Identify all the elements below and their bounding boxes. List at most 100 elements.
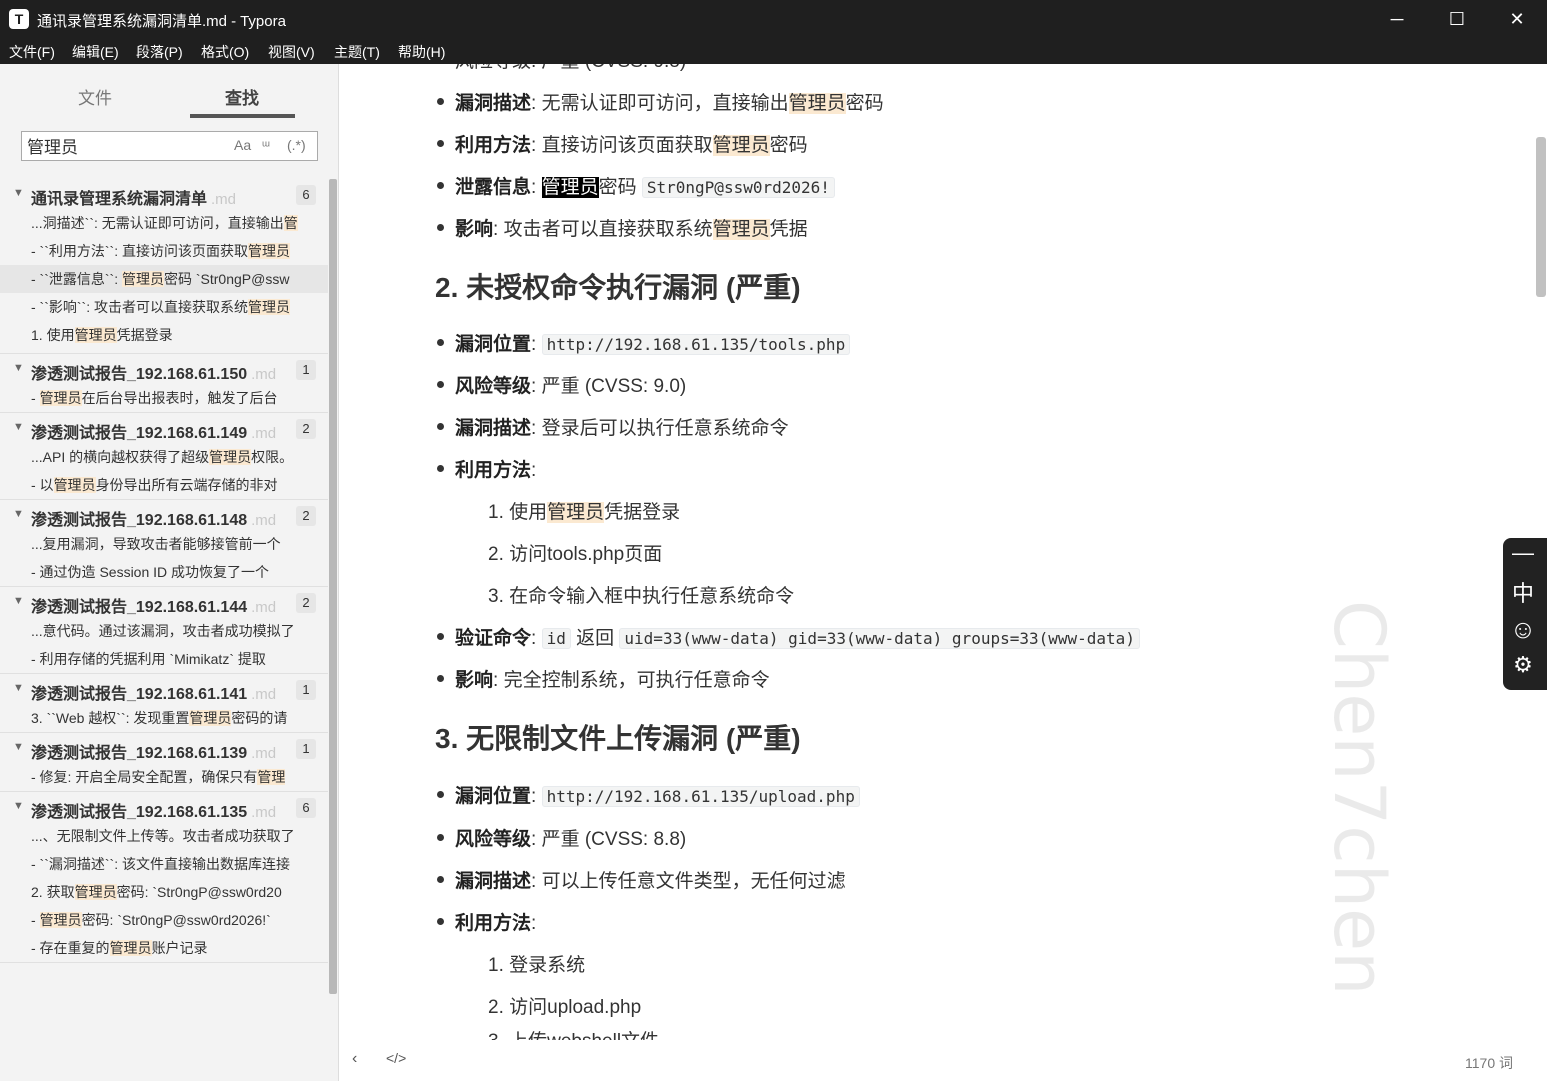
gear-icon[interactable]: ⚙ bbox=[1503, 652, 1543, 678]
chevron-down-icon[interactable]: ▼ bbox=[13, 741, 24, 753]
chevron-down-icon[interactable]: ▼ bbox=[13, 682, 24, 694]
search-result-line[interactable]: ...复用漏洞，导致攻击者能够接管前一个 bbox=[0, 530, 328, 558]
result-text: 密码 `Str0ngP@ssw bbox=[163, 271, 290, 287]
text: 密码 bbox=[845, 93, 884, 114]
match-case-toggle[interactable]: Aa bbox=[234, 137, 251, 153]
result-text: - ``影响``: 攻击者可以直接获取系统 bbox=[31, 299, 248, 315]
result-file-header[interactable]: ▼ 渗透测试报告_192.168.61.148 .md 2 bbox=[0, 500, 328, 530]
ime-collapse-button[interactable]: — bbox=[1503, 540, 1543, 566]
text: 1. 使用 bbox=[488, 502, 548, 523]
result-file-header[interactable]: ▼ 渗透测试报告_192.168.61.149 .md 2 bbox=[0, 413, 328, 443]
search-result-line[interactable]: - 修复: 开启全局安全配置，确保只有管理 bbox=[0, 763, 328, 791]
menu-paragraph[interactable]: 段落(P) bbox=[136, 42, 183, 62]
search-result-file: ▼ 渗透测试报告_192.168.61.148 .md 2 ...复用漏洞，导致攻击者能… bbox=[0, 500, 328, 587]
list-item-risk: 风险等级: 严重 (CVSS: 8.8) bbox=[436, 824, 686, 851]
minimize-button[interactable]: ─ bbox=[1367, 0, 1427, 38]
regex-toggle[interactable]: (.*) bbox=[287, 137, 306, 153]
search-result-file: ▼ 渗透测试报告_192.168.61.149 .md 2 ...API 的横向越权获得… bbox=[0, 413, 328, 500]
search-result-line[interactable]: - ``漏洞描述``: 该文件直接输出数据库连接 bbox=[0, 850, 328, 878]
search-result-line[interactable]: - ``影响``: 攻击者可以直接获取系统管理员 bbox=[0, 293, 328, 321]
match-highlight: 管理员 bbox=[74, 327, 117, 343]
sidebar-toggle-icon[interactable]: ‹ bbox=[352, 1050, 357, 1068]
tab-files[interactable]: 文件 bbox=[78, 84, 112, 109]
result-text: - 通过伪造 Session ID 成功恢复了一个 bbox=[31, 564, 270, 580]
whole-word-toggle[interactable]: ᵚ bbox=[262, 137, 270, 153]
result-file-header[interactable]: ▼ 渗透测试报告_192.168.61.139 .md 1 bbox=[0, 733, 328, 763]
search-result-line[interactable]: - 存在重复的管理员账户记录 bbox=[0, 934, 328, 962]
chevron-down-icon[interactable]: ▼ bbox=[13, 800, 24, 812]
menu-edit[interactable]: 编辑(E) bbox=[72, 42, 119, 62]
emoji-icon[interactable]: ☺ bbox=[1503, 614, 1543, 645]
search-result-line[interactable]: - 管理员在后台导出报表时，触发了后台 bbox=[0, 384, 328, 412]
ordered-item-3-partial: 3. 上传webshell文件 bbox=[488, 1026, 659, 1040]
label: 漏洞位置 bbox=[455, 334, 532, 355]
match-highlight: 管理员 bbox=[247, 299, 290, 315]
editor-scrollbar[interactable] bbox=[1536, 137, 1546, 297]
result-file-header[interactable]: ▼ 渗透测试报告_192.168.61.141 .md 1 bbox=[0, 674, 328, 704]
chevron-down-icon[interactable]: ▼ bbox=[13, 508, 24, 520]
file-extension: .md bbox=[251, 425, 277, 442]
chevron-down-icon[interactable]: ▼ bbox=[13, 187, 24, 199]
menu-format[interactable]: 格式(O) bbox=[201, 42, 249, 62]
search-result-line[interactable]: - ``泄露信息``: 管理员密码 `Str0ngP@ssw bbox=[0, 265, 328, 293]
close-button[interactable]: ✕ bbox=[1487, 0, 1547, 38]
file-name: 渗透测试报告_192.168.61.144 bbox=[31, 599, 248, 616]
result-file-header[interactable]: ▼ 渗透测试报告_192.168.61.150 .md 1 bbox=[0, 354, 328, 384]
search-result-line[interactable]: - ``利用方法``: 直接访问该页面获取管理员 bbox=[0, 237, 328, 265]
match-highlight: 管理员 bbox=[74, 884, 117, 900]
text: : 严重 (CVSS: 9.0) bbox=[531, 376, 687, 397]
tab-search[interactable]: 查找 bbox=[225, 84, 259, 109]
search-result-line[interactable]: ...意代码。通过该漏洞，攻击者成功模拟了 bbox=[0, 617, 328, 645]
menu-help[interactable]: 帮助(H) bbox=[398, 42, 445, 62]
inline-code: id bbox=[541, 628, 571, 649]
search-box: Aa ᵚ (.*) bbox=[21, 131, 318, 161]
search-result-line[interactable]: ...API 的横向越权获得了超级管理员权限。 bbox=[0, 443, 328, 471]
menu-view[interactable]: 视图(V) bbox=[268, 42, 315, 62]
search-result-file: ▼ 渗透测试报告_192.168.61.150 .md 1 - 管理员在后台导出报表时，… bbox=[0, 354, 328, 413]
list-item-exploit: 利用方法: bbox=[436, 455, 537, 482]
chevron-down-icon[interactable]: ▼ bbox=[13, 595, 24, 607]
chevron-down-icon[interactable]: ▼ bbox=[13, 362, 24, 374]
current-search-match: 管理员 bbox=[541, 177, 599, 198]
label: 漏洞描述 bbox=[455, 871, 532, 892]
file-extension: .md bbox=[251, 599, 277, 616]
source-code-mode-icon[interactable]: </> bbox=[386, 1050, 406, 1066]
result-file-header[interactable]: ▼ 渗透测试报告_192.168.61.135 .md 6 bbox=[0, 792, 328, 822]
match-highlight: 管理员 bbox=[247, 243, 290, 259]
menu-file[interactable]: 文件(F) bbox=[9, 42, 55, 62]
heading-section-2: 2. 未授权命令执行漏洞 (严重) bbox=[435, 272, 801, 303]
search-result-line[interactable]: - 以管理员身份导出所有云端存储的非对 bbox=[0, 471, 328, 499]
label: 泄露信息 bbox=[455, 177, 532, 198]
search-result-line[interactable]: - 管理员密码: `Str0ngP@ssw0rd2026!` bbox=[0, 906, 328, 934]
result-text: 权限。 bbox=[251, 449, 294, 465]
result-text: - ``漏洞描述``: 该文件直接输出数据库连接 bbox=[31, 856, 290, 872]
result-file-header[interactable]: ▼ 渗透测试报告_192.168.61.144 .md 2 bbox=[0, 587, 328, 617]
search-result-line[interactable]: - 利用存储的凭据利用 `Mimikatz` 提取 bbox=[0, 645, 328, 673]
search-result-line[interactable]: 1. 使用管理员凭据登录 bbox=[0, 321, 328, 349]
inline-code: http://192.168.61.135/upload.php bbox=[541, 786, 860, 807]
search-result-line[interactable]: 2. 获取管理员密码: `Str0ngP@ssw0rd20 bbox=[0, 878, 328, 906]
match-highlight: 管理员 bbox=[209, 449, 252, 465]
chevron-down-icon[interactable]: ▼ bbox=[13, 421, 24, 433]
sidebar-scrollbar[interactable] bbox=[329, 179, 337, 994]
search-result-line[interactable]: 3. ``Web 越权``: 发现重置管理员密码的请 bbox=[0, 704, 328, 732]
file-extension: .md bbox=[251, 512, 277, 529]
search-input[interactable] bbox=[27, 135, 217, 155]
file-extension: .md bbox=[211, 191, 237, 208]
ime-language-button[interactable]: 中 bbox=[1503, 576, 1543, 608]
maximize-button[interactable]: ☐ bbox=[1427, 0, 1487, 38]
text: : bbox=[531, 460, 537, 481]
result-file-header[interactable]: ▼ 通讯录管理系统漏洞清单 .md 6 bbox=[0, 179, 328, 209]
search-result-file: ▼ 渗透测试报告_192.168.61.135 .md 6 ...、无限制文件上传等。攻… bbox=[0, 792, 328, 963]
search-result-file: ▼ 渗透测试报告_192.168.61.139 .md 1 - 修复: 开启全局安全配置… bbox=[0, 733, 328, 792]
result-text: 1. 使用 bbox=[31, 327, 75, 343]
file-extension: .md bbox=[251, 686, 277, 703]
word-count[interactable]: 1170 词 bbox=[1465, 1053, 1513, 1073]
search-result-line[interactable]: ...、无限制文件上传等。攻击者成功获取了 bbox=[0, 822, 328, 850]
search-result-line[interactable]: ...洞描述``: 无需认证即可访问，直接输出管 bbox=[0, 209, 328, 237]
menu-theme[interactable]: 主题(T) bbox=[334, 42, 380, 62]
search-match: 管理员 bbox=[547, 502, 605, 523]
file-name: 渗透测试报告_192.168.61.150 bbox=[31, 366, 248, 383]
ime-toolbar: — 中 ☺ ⚙ bbox=[1503, 538, 1547, 690]
search-result-line[interactable]: - 通过伪造 Session ID 成功恢复了一个 bbox=[0, 558, 328, 586]
